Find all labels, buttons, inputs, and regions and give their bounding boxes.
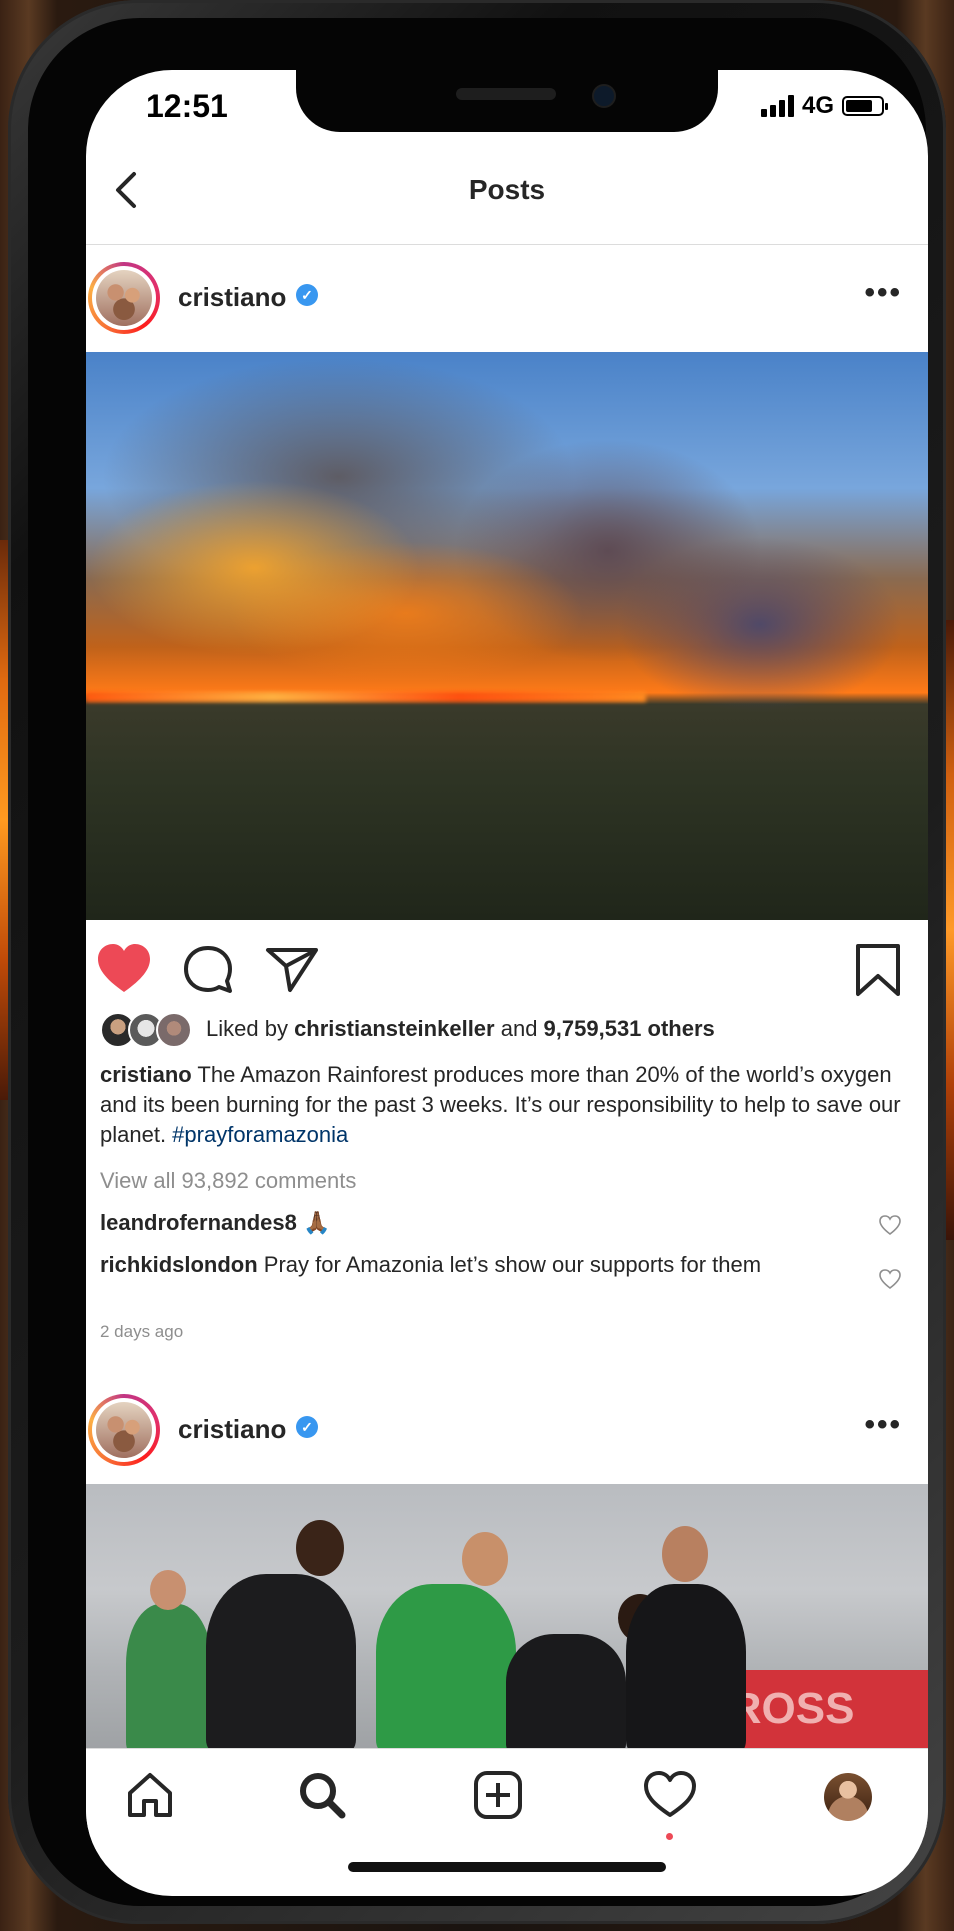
save-bookmark-icon[interactable]: [848, 940, 908, 1000]
player: [206, 1574, 356, 1748]
post-image[interactable]: [86, 352, 928, 920]
player: [376, 1584, 516, 1748]
top-nav: Posts: [86, 142, 928, 245]
verified-badge-icon: ✓: [296, 1416, 318, 1438]
battery-icon: [842, 96, 888, 116]
signal-icon: [760, 95, 794, 117]
post-caption: cristiano The Amazon Rainforest produces…: [100, 1060, 920, 1150]
profile-tab-avatar[interactable]: [824, 1773, 872, 1821]
likes-prefix: Liked by: [206, 1016, 295, 1041]
status-indicators: 4G: [760, 92, 888, 120]
comment: leandrofernandes8 🙏🏾: [100, 1208, 840, 1238]
comment-username[interactable]: richkidslondon: [100, 1252, 258, 1277]
player: [126, 1604, 212, 1748]
home-indicator[interactable]: [348, 1862, 666, 1872]
like-heart-icon[interactable]: [94, 940, 154, 1000]
caption-username[interactable]: cristiano: [100, 1062, 192, 1087]
phone-bezel: 12:51 4G Posts cristiano ✓ ••• Liked by …: [28, 18, 928, 1906]
bottom-tab-bar: [86, 1748, 928, 1849]
avatar[interactable]: [88, 1394, 160, 1466]
player-head: [296, 1520, 344, 1576]
caption-hashtag[interactable]: #prayforamazonia: [172, 1122, 348, 1147]
post-username[interactable]: cristiano: [178, 282, 286, 313]
post-image[interactable]: AROSS: [86, 1484, 928, 1748]
comment-like-icon[interactable]: [878, 1268, 902, 1290]
likes-text[interactable]: Liked by christiansteinkeller and 9,759,…: [206, 1016, 715, 1042]
post-username[interactable]: cristiano: [178, 1414, 286, 1445]
fire-line: [86, 692, 646, 702]
post-actions: [86, 940, 928, 1020]
more-options-icon[interactable]: •••: [864, 276, 902, 310]
player-head: [662, 1526, 708, 1582]
page-title: Posts: [468, 174, 546, 205]
speaker: [456, 88, 556, 100]
comment: richkidslondon Pray for Amazonia let’s s…: [100, 1250, 840, 1280]
likes-count[interactable]: 9,759,531 others: [544, 1016, 715, 1041]
post-header: cristiano ✓ •••: [86, 246, 928, 350]
player: [506, 1634, 626, 1748]
post-header: cristiano ✓ •••: [86, 1378, 928, 1482]
player-head: [462, 1532, 508, 1586]
comment-text: Pray for Amazonia let’s show our support…: [257, 1252, 762, 1277]
verified-badge-icon: ✓: [296, 284, 318, 306]
home-icon[interactable]: [122, 1767, 178, 1823]
activity-dot: [666, 1833, 673, 1840]
share-icon[interactable]: [262, 940, 322, 1000]
status-time: 12:51: [146, 88, 228, 124]
phone-screen: 12:51 4G Posts cristiano ✓ ••• Liked by …: [86, 70, 928, 1896]
likes-user[interactable]: christiansteinkeller: [294, 1016, 495, 1041]
likes-middle: and: [494, 1016, 544, 1041]
more-options-icon[interactable]: •••: [864, 1408, 902, 1442]
phone-notch: [296, 70, 718, 132]
likes-row: Liked by christiansteinkeller and 9,759,…: [100, 1010, 920, 1050]
view-all-comments-link[interactable]: View all 93,892 comments: [100, 1168, 356, 1194]
new-post-icon[interactable]: [470, 1767, 526, 1823]
battery-level: [846, 100, 872, 112]
comment-username[interactable]: leandrofernandes8: [100, 1210, 297, 1235]
avatar[interactable]: [88, 262, 160, 334]
player-head: [150, 1570, 186, 1610]
liker-avatar: [156, 1012, 192, 1048]
post-time-ago: 2 days ago: [100, 1322, 184, 1341]
comment-like-icon[interactable]: [878, 1214, 902, 1236]
search-icon[interactable]: [294, 1767, 350, 1823]
camera: [592, 84, 616, 108]
network-type: 4G: [801, 92, 834, 119]
comment-icon[interactable]: [178, 940, 238, 1000]
activity-heart-icon[interactable]: [642, 1767, 698, 1823]
comment-text: 🙏🏾: [296, 1210, 331, 1235]
player: [626, 1584, 746, 1748]
phone-frame: 12:51 4G Posts cristiano ✓ ••• Liked by …: [8, 0, 946, 1924]
